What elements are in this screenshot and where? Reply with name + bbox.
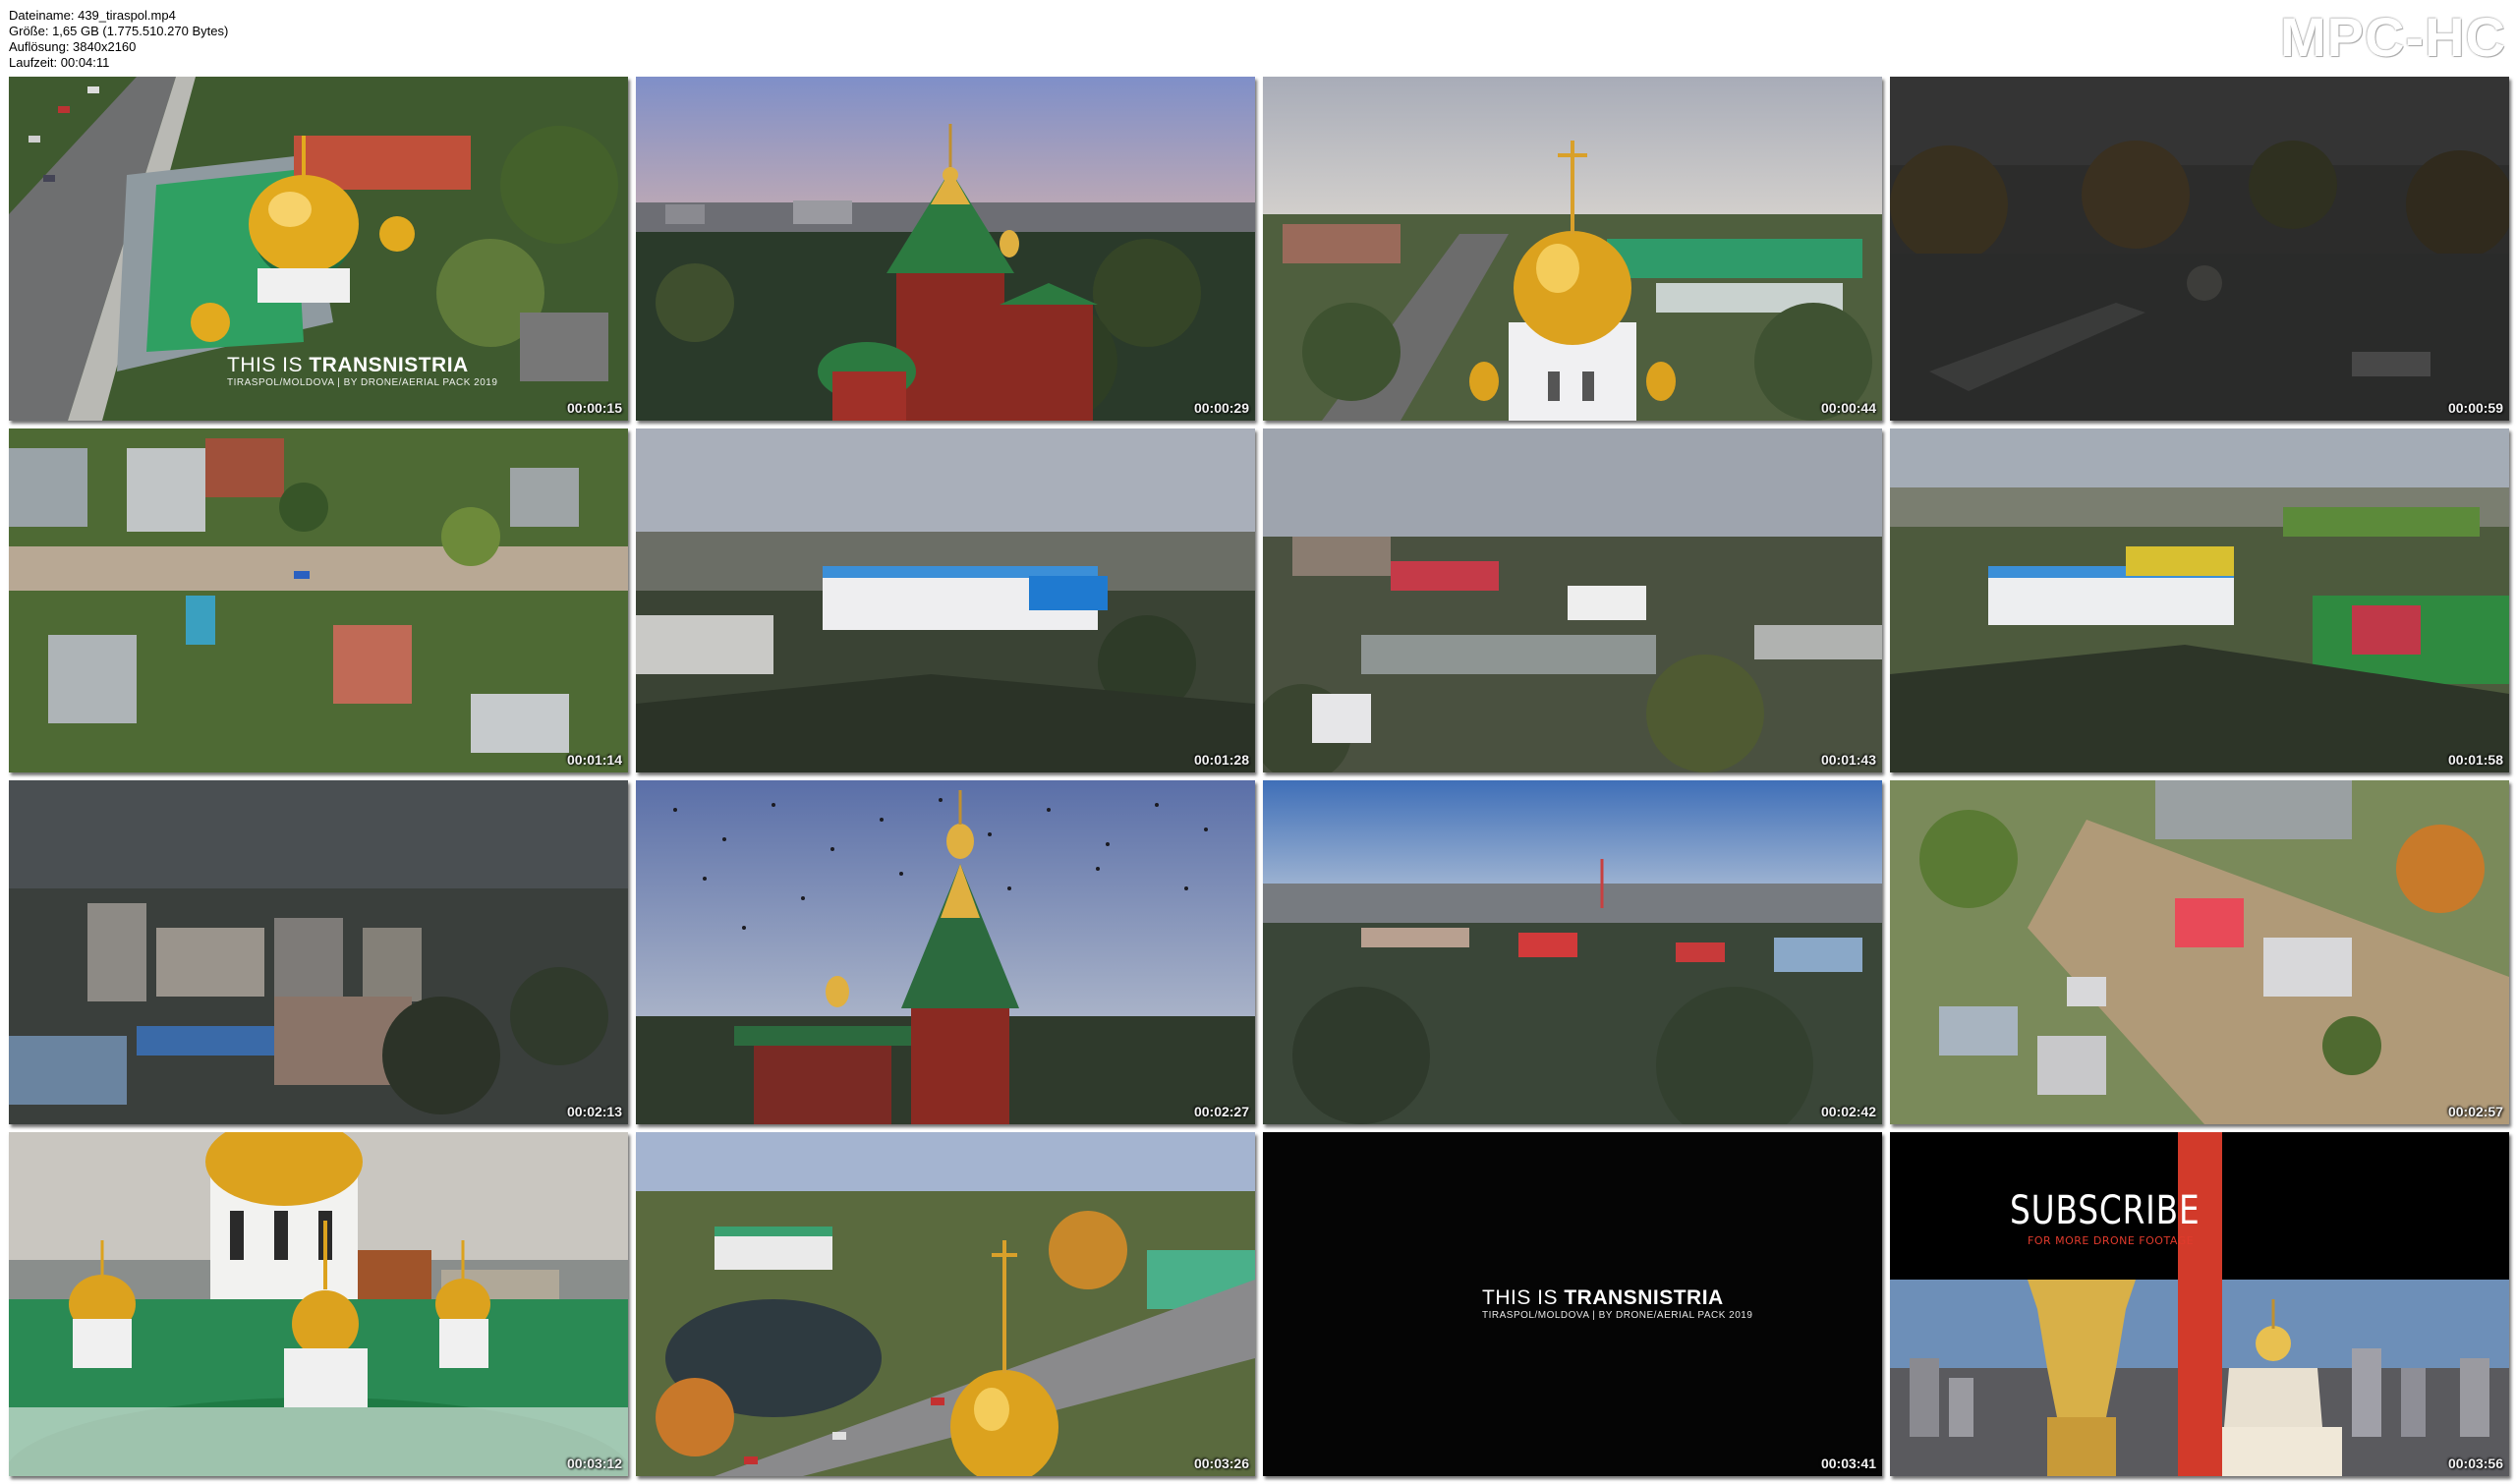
file-resolution: Auflösung: 3840x2160 xyxy=(9,39,137,54)
file-duration: Laufzeit: 00:04:11 xyxy=(9,55,110,70)
thumbnail[interactable]: 00:01:43 xyxy=(1263,428,1882,772)
thumbnail[interactable]: 00:00:29 xyxy=(636,77,1255,421)
aerial-scene-image xyxy=(9,1132,628,1476)
thumbnail[interactable]: 00:01:58 xyxy=(1890,428,2509,772)
timestamp: 00:02:42 xyxy=(1820,1104,1876,1119)
thumbnail[interactable]: 00:01:14 xyxy=(9,428,628,772)
aerial-scene-image xyxy=(1890,780,2509,1124)
thumbnail[interactable]: 00:00:44 xyxy=(1263,77,1882,421)
timestamp: 00:00:59 xyxy=(2447,400,2503,416)
subscribe-red-bar xyxy=(2178,1132,2222,1476)
aerial-scene-image xyxy=(9,780,628,1124)
thumbnail[interactable]: THIS IS TRANSNISTRIA TIRASPOL/MOLDOVA | … xyxy=(1263,1132,1882,1476)
aerial-scene-image xyxy=(1263,780,1882,1124)
timestamp: 00:03:56 xyxy=(2447,1455,2503,1471)
aerial-scene-image xyxy=(9,428,628,772)
intro-title-bold: TRANSNISTRIA xyxy=(309,354,469,376)
timestamp: 00:03:41 xyxy=(1820,1455,1876,1471)
thumbnail[interactable]: 00:00:59 xyxy=(1890,77,2509,421)
timestamp: 00:02:57 xyxy=(2447,1104,2503,1119)
outro-subtitle: TIRASPOL/MOLDOVA | BY DRONE/AERIAL PACK … xyxy=(1482,1310,1753,1321)
thumbnail[interactable]: 00:03:26 xyxy=(636,1132,1255,1476)
timestamp: 00:00:15 xyxy=(566,400,622,416)
aerial-scene-image xyxy=(1263,77,1882,421)
timestamp: 00:01:58 xyxy=(2447,752,2503,768)
aerial-scene-image xyxy=(1890,428,2509,772)
thumbnail[interactable]: 00:02:13 xyxy=(9,780,628,1124)
outro-title-prefix: THIS IS xyxy=(1482,1286,1565,1309)
thumbnail[interactable]: 00:02:42 xyxy=(1263,780,1882,1124)
mpc-hc-logo: MPC-HC xyxy=(2280,6,2506,68)
thumbnail[interactable]: 00:02:27 xyxy=(636,780,1255,1124)
file-size: Größe: 1,65 GB (1.775.510.270 Bytes) xyxy=(9,24,229,38)
intro-title-prefix: THIS IS xyxy=(227,354,310,376)
aerial-scene-image xyxy=(1263,428,1882,772)
file-info: Dateiname: 439_tiraspol.mp4 Größe: 1,65 … xyxy=(9,8,228,71)
aerial-scene-image xyxy=(636,780,1255,1124)
intro-subtitle: TIRASPOL/MOLDOVA | BY DRONE/AERIAL PACK … xyxy=(227,377,498,388)
thumbnail[interactable]: 00:02:57 xyxy=(1890,780,2509,1124)
timestamp: 00:02:13 xyxy=(566,1104,622,1119)
timestamp: 00:01:14 xyxy=(566,752,622,768)
subscribe-title[interactable]: SUBSCRIBE xyxy=(2010,1189,2201,1232)
timestamp: 00:03:12 xyxy=(566,1455,622,1471)
outro-title-bold: TRANSNISTRIA xyxy=(1564,1286,1724,1309)
thumbnail[interactable]: 00:01:28 xyxy=(636,428,1255,772)
thumbnail[interactable]: THIS IS TRANSNISTRIA TIRASPOL/MOLDOVA | … xyxy=(9,77,628,421)
aerial-scene-image xyxy=(636,1132,1255,1476)
timestamp: 00:01:28 xyxy=(1193,752,1249,768)
thumbnail-grid: THIS IS TRANSNISTRIA TIRASPOL/MOLDOVA | … xyxy=(9,77,2509,1476)
thumbnail[interactable]: 00:03:12 xyxy=(9,1132,628,1476)
aerial-scene-image xyxy=(1890,77,2509,421)
file-name: Dateiname: 439_tiraspol.mp4 xyxy=(9,8,176,23)
aerial-scene-image xyxy=(636,77,1255,421)
subscribe-tagline: FOR MORE DRONE FOOTAGE xyxy=(2028,1234,2195,1247)
timestamp: 00:00:44 xyxy=(1820,400,1876,416)
aerial-scene-image xyxy=(636,428,1255,772)
timestamp: 00:00:29 xyxy=(1193,400,1249,416)
thumbnail[interactable]: SUBSCRIBE FOR MORE DRONE FOOTAGE 00:03:5… xyxy=(1890,1132,2509,1476)
timestamp: 00:01:43 xyxy=(1820,752,1876,768)
timestamp: 00:02:27 xyxy=(1193,1104,1249,1119)
intro-title-overlay: THIS IS TRANSNISTRIA TIRASPOL/MOLDOVA | … xyxy=(227,354,497,388)
timestamp: 00:03:26 xyxy=(1193,1455,1249,1471)
outro-title-overlay: THIS IS TRANSNISTRIA TIRASPOL/MOLDOVA | … xyxy=(1482,1286,1752,1321)
